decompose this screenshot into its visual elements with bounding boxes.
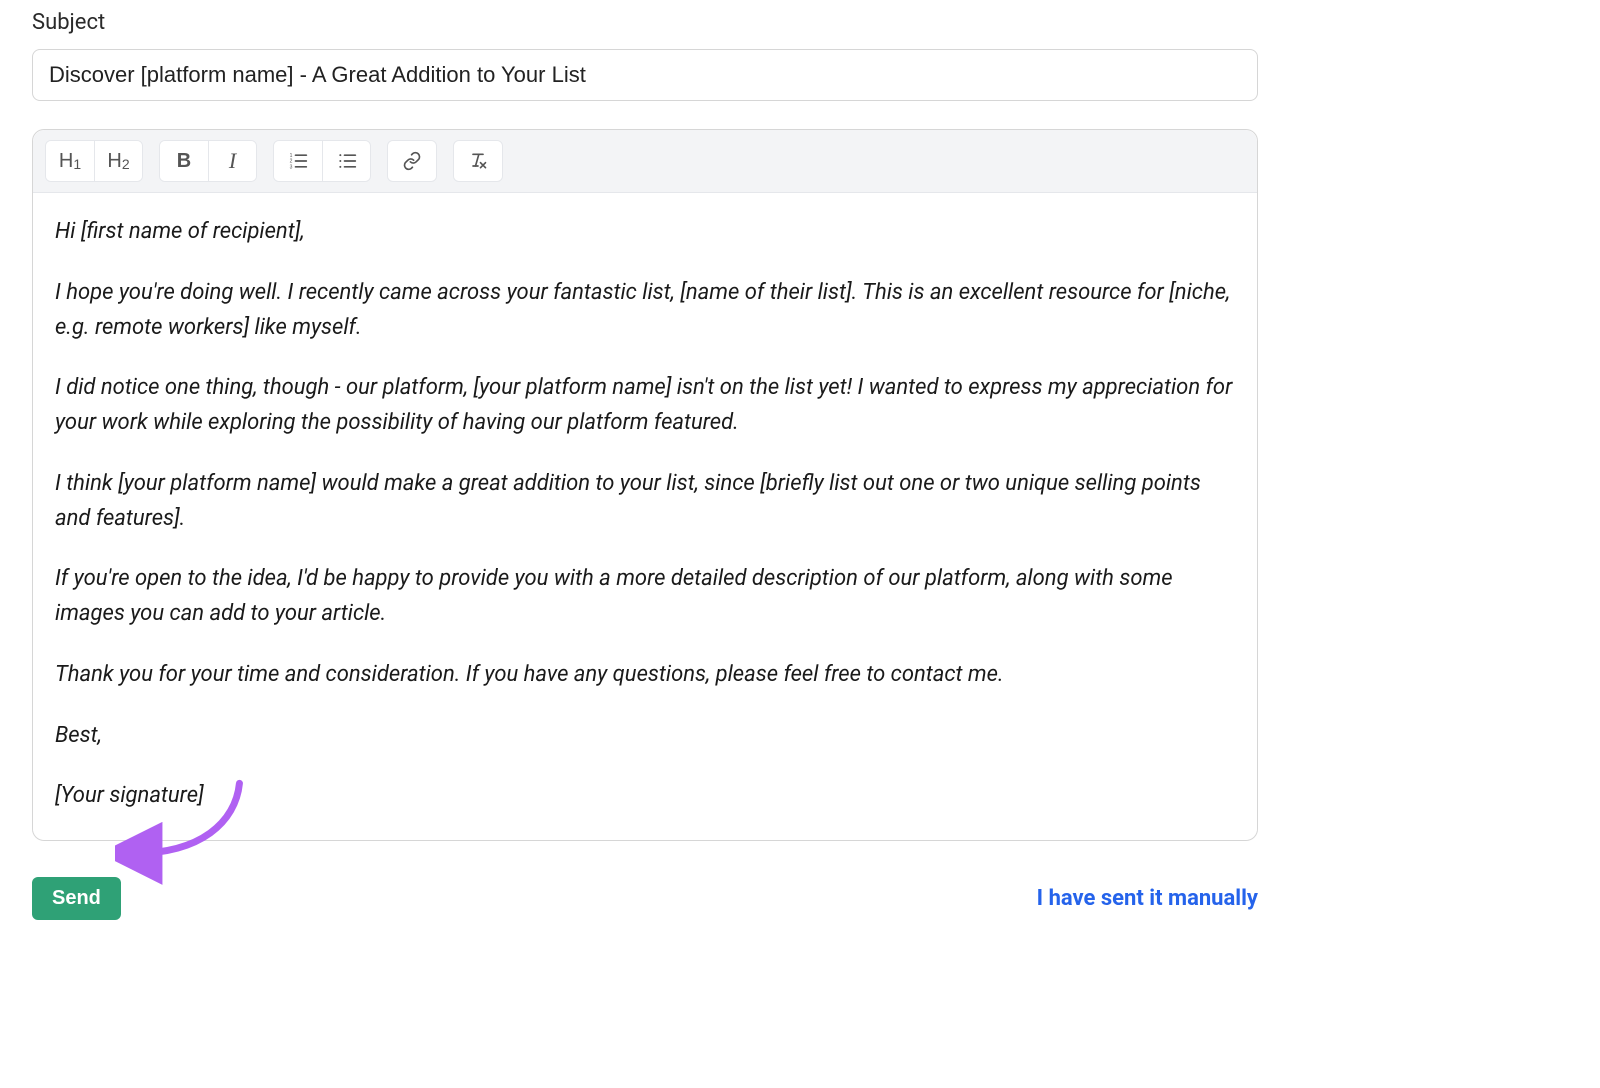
subject-input[interactable] [32,49,1258,101]
toolbar-group-headings: H1 H2 [45,140,143,182]
bold-button[interactable]: B [160,141,208,181]
toolbar-group-link [387,140,437,182]
send-button[interactable]: Send [32,877,121,920]
body-paragraph: Best, [55,719,1235,754]
sent-manually-link[interactable]: I have sent it manually [1037,886,1258,911]
ordered-list-button[interactable]: 1 2 3 [274,141,322,181]
heading1-button[interactable]: H1 [46,141,94,181]
editor-toolbar: H1 H2 B I 1 [33,130,1257,193]
editor-body[interactable]: Hi [first name of recipient], I hope you… [33,193,1257,840]
link-icon [402,151,422,171]
toolbar-group-text-style: B I [159,140,257,182]
heading2-button[interactable]: H2 [94,141,142,181]
toolbar-group-lists: 1 2 3 [273,140,371,182]
italic-button[interactable]: I [208,141,256,181]
body-paragraph: Hi [first name of recipient], [55,215,1235,250]
body-paragraph: Thank you for your time and consideratio… [55,658,1235,693]
clear-format-icon [468,151,488,171]
link-button[interactable] [388,141,436,181]
clear-format-button[interactable] [454,141,502,181]
unordered-list-button[interactable] [322,141,370,181]
unordered-list-icon [337,151,357,171]
email-composer: Subject H1 H2 B I [0,0,1290,952]
body-paragraph: [Your signature] [55,779,1235,814]
body-paragraph: I hope you're doing well. I recently cam… [55,276,1235,346]
actions-row: Send I have sent it manually [32,877,1258,920]
body-paragraph: If you're open to the idea, I'd be happy… [55,562,1235,632]
ordered-list-icon: 1 2 3 [288,151,308,171]
body-paragraph: I think [your platform name] would make … [55,467,1235,537]
toolbar-group-clear [453,140,503,182]
body-paragraph: I did notice one thing, though - our pla… [55,371,1235,441]
svg-text:3: 3 [290,165,293,171]
subject-label: Subject [32,10,1258,35]
editor: H1 H2 B I 1 [32,129,1258,841]
